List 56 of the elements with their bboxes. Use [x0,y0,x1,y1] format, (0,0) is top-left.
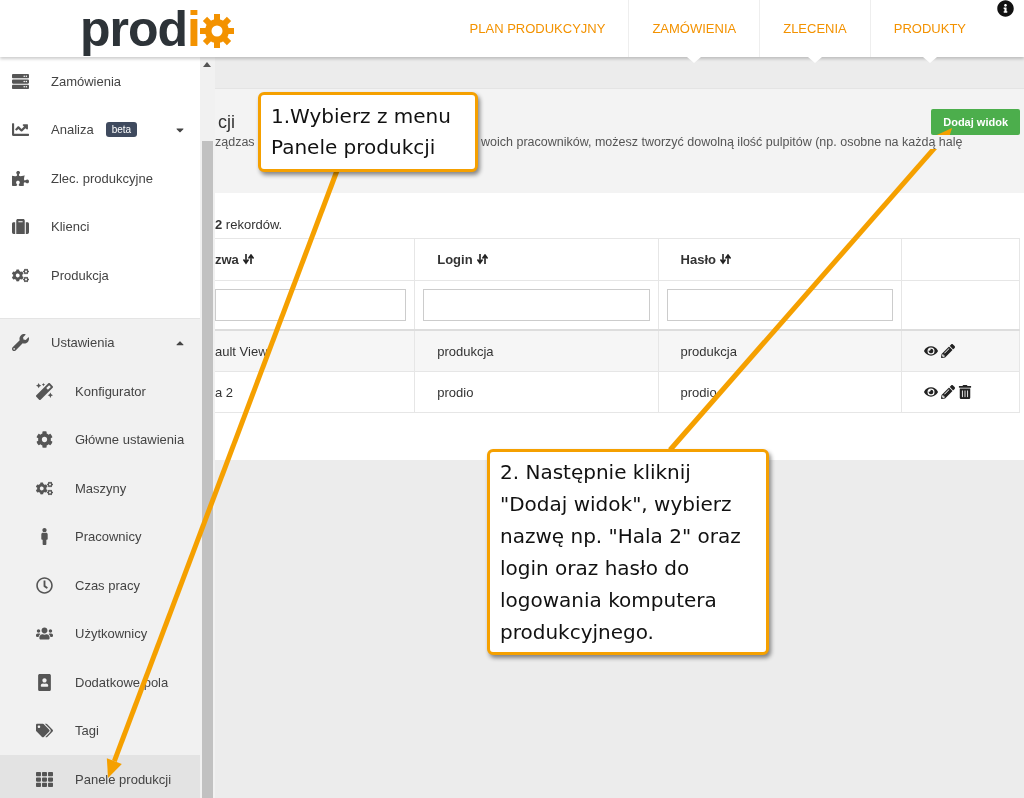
gears-icon [34,479,54,497]
sort-icon[interactable] [476,254,488,265]
sidebar-item[interactable]: Główne ustawienia [0,415,200,464]
filter-field[interactable] [215,289,407,321]
table-cell: produkcja [437,343,494,359]
edit-icon[interactable] [940,385,955,399]
sidebar-item[interactable]: Czas pracy [0,561,200,610]
puzzle-icon [10,169,30,187]
gear-icon [200,13,234,48]
records-count: 2 rekordów. [215,217,284,232]
callout-note: 2. Następnie kliknij "Dodaj widok", wybierz nazwę np. "Hala 2" oraz login oraz hasło do logowania komputera produkcyjnego. [487,449,769,655]
table-cell: produkcja [680,343,737,359]
table-cell: ault View [215,343,268,359]
view-icon[interactable] [923,385,938,399]
column-header[interactable]: Login [437,252,473,267]
table-cell: a 2 [215,384,234,400]
sidebar-item[interactable]: Analiza beta [0,105,200,154]
sidebar-item[interactable]: Klienci [0,202,200,251]
column-header[interactable]: zwa [215,252,239,267]
wrench-icon [10,334,30,352]
server-icon [10,72,30,90]
sidebar-item[interactable]: Pracownicy [0,512,200,561]
grid-icon [34,770,54,788]
description-text: ządzas [215,135,255,149]
filter-field[interactable] [423,289,650,321]
logo[interactable]: prodi [80,3,234,54]
column-header[interactable]: Hasło [680,252,716,267]
page-title: cji [218,111,235,133]
table-cell: prodio [680,384,717,400]
sidebar-item[interactable]: Tagi [0,706,200,755]
scrollbar[interactable] [200,57,215,798]
settings-icon [34,431,54,449]
delete-icon[interactable] [957,385,972,399]
sidebar-item[interactable]: Konfigurator [0,367,200,416]
sidebar-item[interactable]: Panele produkcji [0,755,200,798]
tags-icon [34,722,54,740]
description-text: woich pracowników, możesz tworzyć dowolną ilość pulpitów (np. osobne na każdą halę [481,135,963,149]
sort-icon[interactable] [242,254,254,265]
clock-icon [34,576,54,594]
sidebar-item[interactable]: Użytkownicy [0,609,200,658]
sort-icon[interactable] [719,254,731,265]
gears-icon [10,266,30,284]
filter-field[interactable] [666,289,893,321]
table-cell: prodio [437,384,474,400]
sidebar-item[interactable]: Produkcja [0,251,200,300]
suitcase-icon [10,218,30,236]
magic-wand-icon [34,382,54,400]
view-icon[interactable] [923,344,938,358]
sidebar-item[interactable]: Maszyny [0,464,200,513]
sidebar-item[interactable]: Ustawienia [0,318,200,367]
callout-note: 1.Wybierz z menu Panele produkcji [258,92,478,172]
beta-badge: beta [105,122,138,138]
sidebar-item[interactable]: Zamówienia [0,57,200,106]
sidebar-item[interactable]: Zlec. produkcyjne [0,154,200,203]
edit-icon[interactable] [940,344,955,358]
chart-line-icon [10,121,30,139]
